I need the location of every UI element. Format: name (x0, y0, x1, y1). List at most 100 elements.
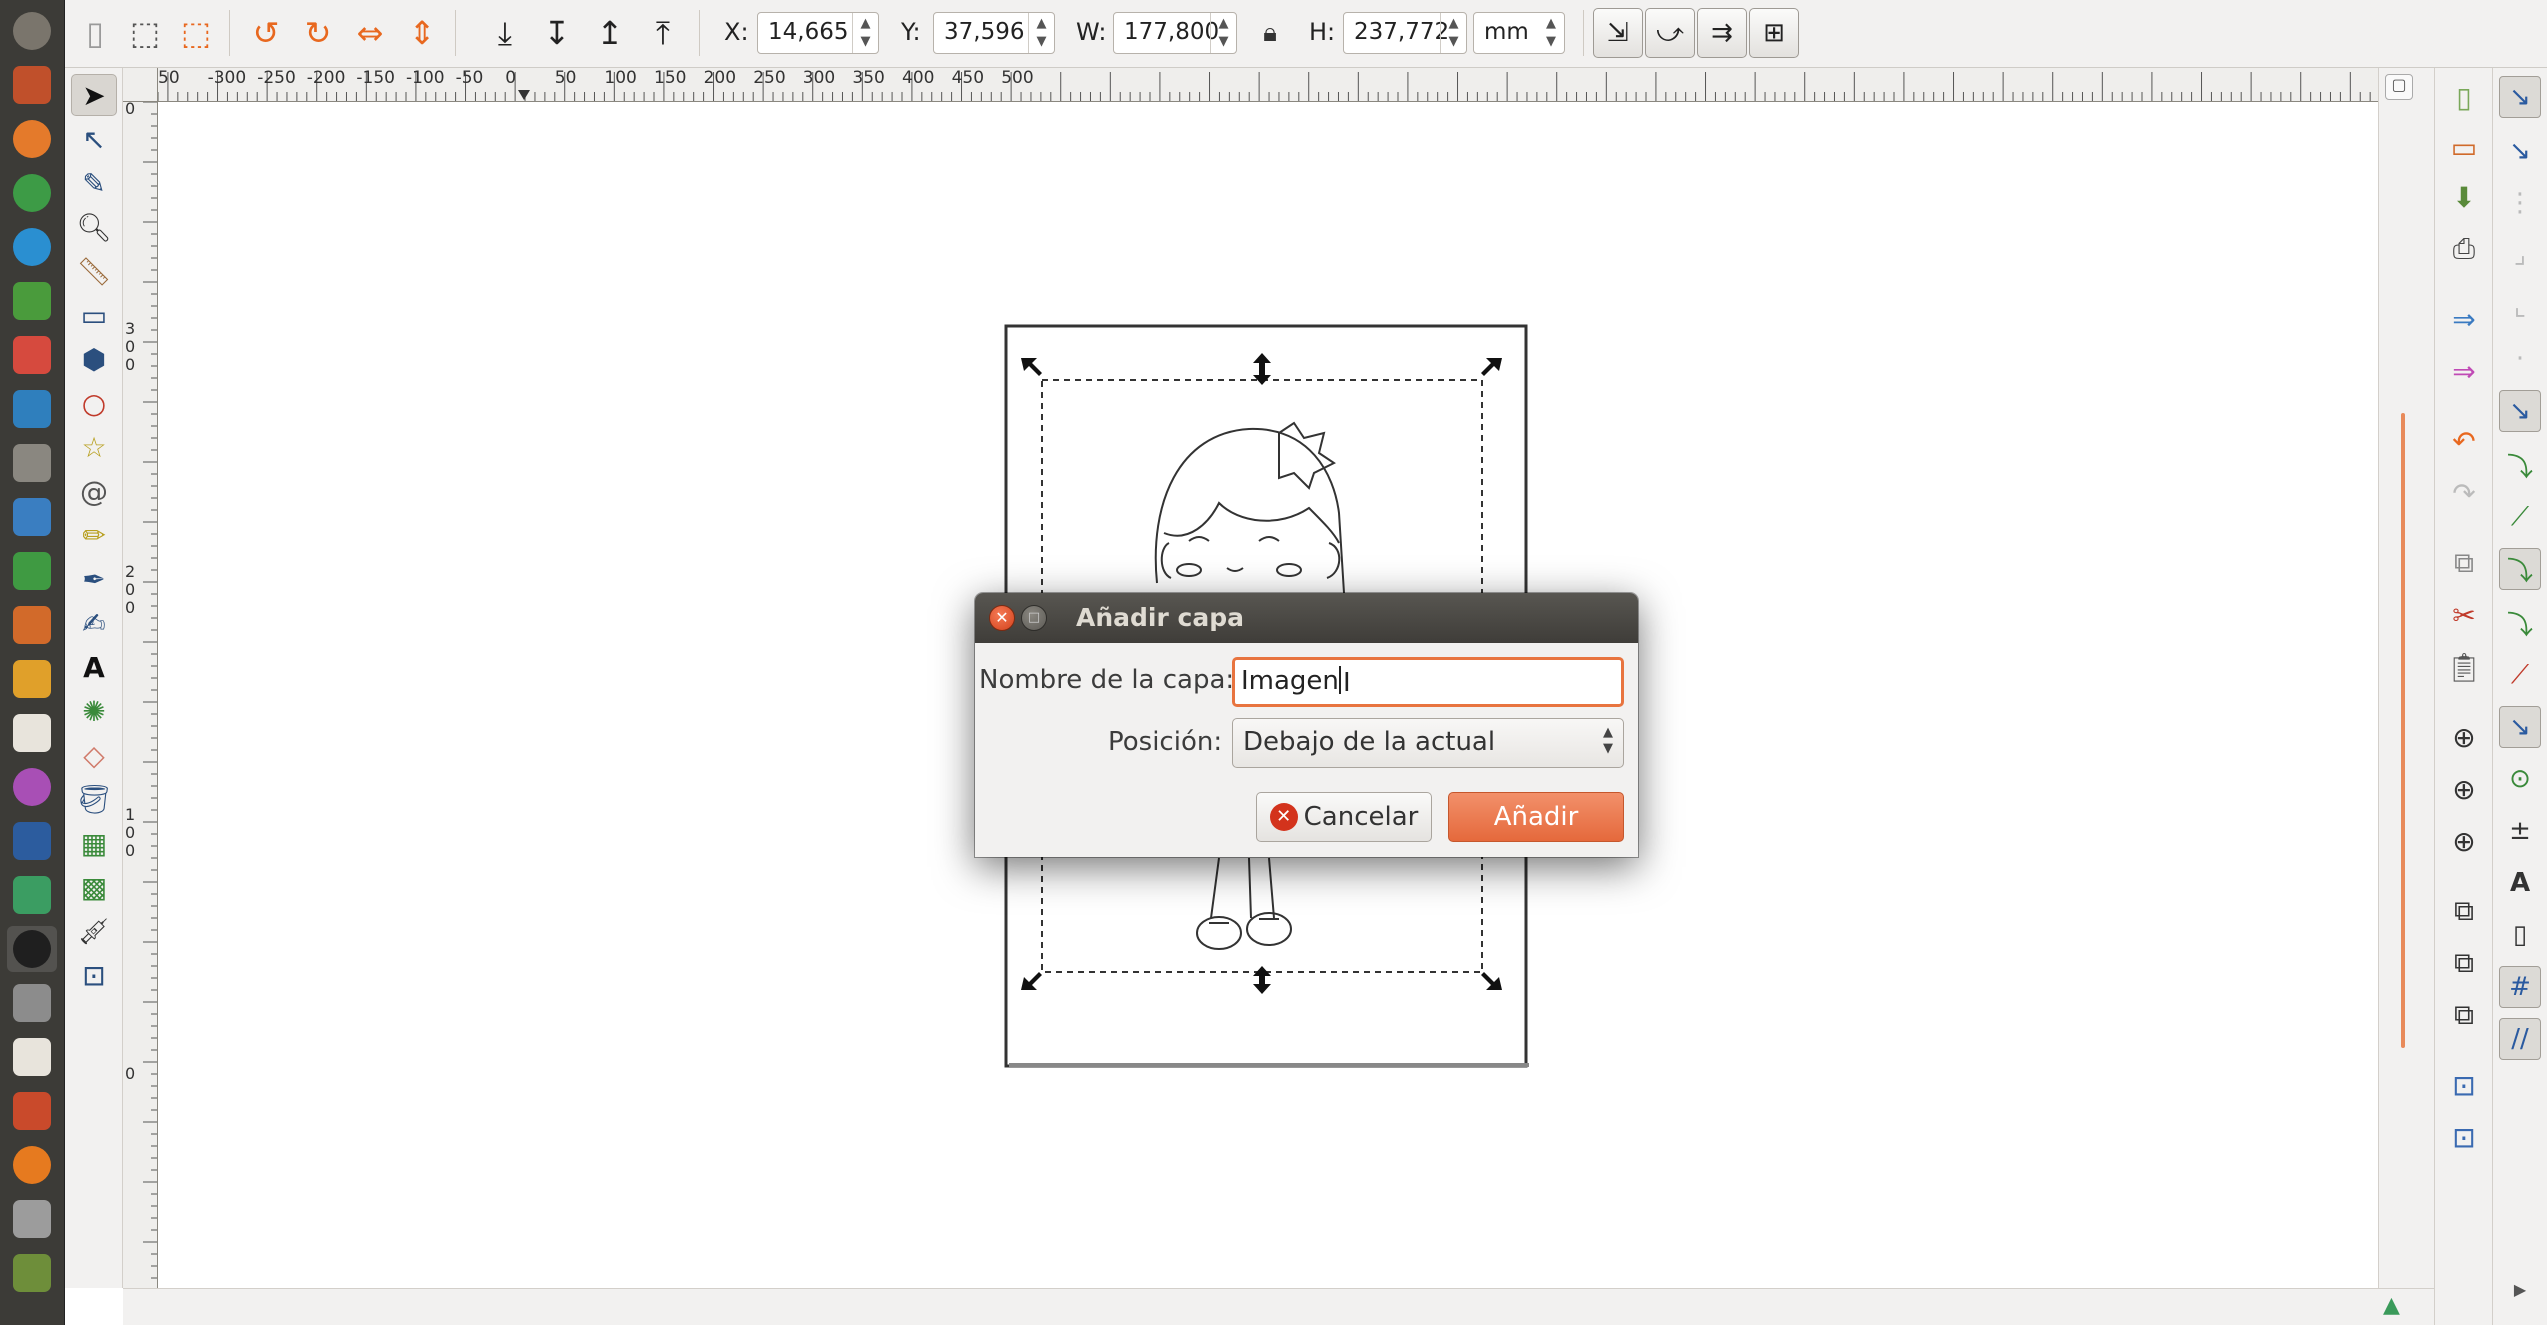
eraser-tool-icon[interactable]: ◇ (71, 734, 117, 776)
inkscape-app-icon[interactable] (7, 926, 57, 972)
calligraphy-tool-icon[interactable]: ✍ (71, 602, 117, 644)
selector-tool-icon[interactable]: ➤ (71, 74, 117, 116)
snap-grid-icon[interactable]: # (2499, 966, 2541, 1008)
close-icon[interactable]: ✕ (989, 605, 1015, 631)
transform-patterns-icon[interactable]: ⊞ (1749, 8, 1799, 58)
snap-rotation-center-icon[interactable]: ± (2499, 810, 2541, 852)
media-app-icon[interactable] (7, 332, 57, 378)
spray-tool-icon[interactable]: ✺ (71, 690, 117, 732)
lower-to-bottom-icon[interactable]: ⤓ (480, 8, 530, 58)
copy-icon[interactable]: ⧉ (2443, 542, 2485, 584)
snap-others-icon[interactable]: ↘ (2499, 706, 2541, 748)
vertical-scroll-thumb[interactable] (2401, 413, 2405, 1048)
select-all-icon[interactable]: ⬚ (120, 8, 170, 58)
new-document-icon[interactable]: ▯ (70, 8, 120, 58)
blender-app-icon[interactable] (7, 1142, 57, 1188)
node-tool-icon[interactable]: ↖ (71, 118, 117, 160)
import-icon[interactable]: ⇒ (2443, 298, 2485, 340)
duplicate-icon[interactable]: ⧉ (2443, 890, 2485, 932)
text-tool-icon[interactable]: A (71, 646, 117, 688)
export-icon[interactable]: ⇒ (2443, 350, 2485, 392)
y-spinbox[interactable]: 37,596 ▲ ▼ (933, 12, 1055, 54)
group-icon[interactable]: ⊡ (2443, 1064, 2485, 1106)
cancel-button[interactable]: ✕ Cancelar (1256, 792, 1432, 842)
star-tool-icon[interactable]: ☆ (71, 426, 117, 468)
snap-text-baseline-icon[interactable]: A (2499, 862, 2541, 904)
flip-vertical-icon[interactable]: ⇕ (397, 8, 447, 58)
unit-select[interactable]: mm ▲ ▼ (1473, 12, 1565, 54)
pencil-tool-icon[interactable]: ✏ (71, 514, 117, 556)
cut-icon[interactable]: ✂ (2443, 594, 2485, 636)
mesh-tool-icon[interactable]: ▩ (71, 866, 117, 908)
zoom-page-icon[interactable]: ⊕ (2443, 820, 2485, 862)
zoom-tool-icon[interactable]: 🔍︎ (71, 206, 117, 248)
chrome-app-icon[interactable] (7, 170, 57, 216)
ellipse-tool-icon[interactable]: ○ (71, 382, 117, 424)
snap-nodes-icon[interactable]: ↘ (2499, 390, 2541, 432)
text-editor-app-icon[interactable] (7, 710, 57, 756)
rotate-cw-icon[interactable]: ↻ (293, 8, 343, 58)
horizontal-scrollbar[interactable]: ▲ (123, 1288, 2434, 1325)
snap-paths-icon[interactable]: ⤵ (2499, 444, 2541, 486)
screenshot-app-icon[interactable] (7, 872, 57, 918)
telegram-app-icon[interactable] (7, 224, 57, 270)
w-spin-arrows-icon[interactable]: ▲ ▼ (1210, 13, 1236, 53)
x-spin-arrows-icon[interactable]: ▲ ▼ (852, 13, 878, 53)
editor-app-icon[interactable] (7, 1034, 57, 1080)
snap-bbox-icon[interactable]: ↘ (2499, 130, 2541, 172)
photo-app-icon[interactable] (7, 818, 57, 864)
select-all-layers-icon[interactable]: ⬚ (171, 8, 221, 58)
dropper-tool-icon[interactable]: 💉︎ (71, 910, 117, 952)
maximize-icon[interactable]: □ (1021, 605, 1047, 631)
snap-bbox-edge-icon[interactable]: ⋮ (2499, 182, 2541, 224)
zoom-selection-icon[interactable]: ⊕ (2443, 716, 2485, 758)
h-spinbox[interactable]: 237,772 ▲ ▼ (1343, 12, 1467, 54)
measure-tool-icon[interactable]: 📏︎ (71, 250, 117, 292)
snap-midpoints-icon[interactable]: ⟋ (2499, 654, 2541, 696)
transform-gradients-icon[interactable]: ⇉ (1697, 8, 1747, 58)
zoom-drawing-icon[interactable]: ⊕ (2443, 768, 2485, 810)
lower-icon[interactable]: ↧ (532, 8, 582, 58)
dialog-titlebar[interactable]: ✕ □ Añadir capa (975, 593, 1638, 643)
lock-ratio-icon[interactable]: 🔒︎ (1245, 8, 1295, 58)
software-app-icon[interactable] (7, 980, 57, 1026)
snap-cusp-icon[interactable]: ⤵ (2499, 548, 2541, 590)
connector-tool-icon[interactable]: ⊡ (71, 954, 117, 996)
undo-icon[interactable]: ↶ (2443, 420, 2485, 462)
add-button[interactable]: Añadir (1448, 792, 1624, 842)
snap-page-border-icon[interactable]: ▯ (2499, 914, 2541, 956)
color-manage-icon[interactable]: ▲ (2383, 1293, 2407, 1319)
gimp-app-icon[interactable] (7, 1088, 57, 1134)
raise-icon[interactable]: ↥ (585, 8, 635, 58)
settings-app-icon[interactable] (7, 386, 57, 432)
open-icon[interactable]: ▭ (2443, 126, 2485, 168)
snap-guide-icon[interactable]: // (2499, 1018, 2541, 1060)
writer-app-icon[interactable] (7, 494, 57, 540)
snap-intersections-icon[interactable]: ⟋ (2499, 496, 2541, 538)
redo-icon[interactable]: ↷ (2443, 472, 2485, 514)
clone-icon[interactable]: ⧉ (2443, 942, 2485, 984)
color-app-icon[interactable] (7, 764, 57, 810)
vertical-scrollbar[interactable]: ▢ (2378, 68, 2434, 1288)
firefox-app-icon[interactable] (7, 116, 57, 162)
expand-arrow-icon[interactable]: ▶ (2499, 1268, 2541, 1310)
draw-app-icon[interactable] (7, 656, 57, 702)
ruler-corner-lock-icon[interactable] (123, 68, 158, 102)
scale-corners-icon[interactable]: ⤻ (1645, 8, 1695, 58)
tweak-tool-icon[interactable]: ✎ (71, 162, 117, 204)
snap-enable-icon[interactable]: ↘ (2499, 76, 2541, 118)
snap-bbox-midpoint-icon[interactable]: ⌞ (2499, 286, 2541, 328)
app-icon[interactable] (7, 1250, 57, 1296)
snap-smooth-icon[interactable]: ⤵ (2499, 602, 2541, 644)
print-icon[interactable]: ⎙ (2443, 228, 2485, 270)
sticky-zoom-icon[interactable]: ▢ (2385, 74, 2413, 100)
rotate-ccw-icon[interactable]: ↺ (241, 8, 291, 58)
layer-name-input[interactable]: Imagen I (1232, 657, 1624, 707)
snap-bbox-center-icon[interactable]: ⋅ (2499, 338, 2541, 380)
unlink-clone-icon[interactable]: ⧉ (2443, 994, 2485, 1036)
bucket-tool-icon[interactable]: 🪣︎ (71, 778, 117, 820)
paste-icon[interactable]: 📋︎ (2443, 646, 2485, 688)
position-select[interactable]: Debajo de la actual ▲ ▼ (1232, 718, 1624, 768)
rect-tool-icon[interactable]: ▭ (71, 294, 117, 336)
h-spin-arrows-icon[interactable]: ▲ ▼ (1440, 13, 1466, 53)
